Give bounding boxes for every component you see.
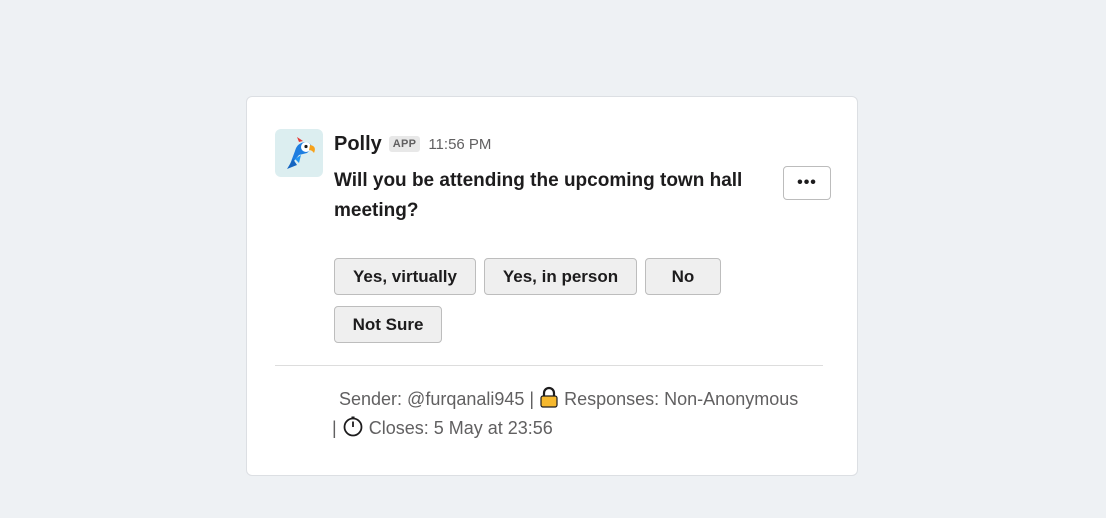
lock-icon <box>539 386 559 415</box>
closes-text: Closes: 5 May at 23:56 <box>368 418 553 438</box>
app-badge: APP <box>388 136 421 152</box>
poll-question: Will you be attending the upcoming town … <box>334 170 743 221</box>
sender-text: Sender: @furqanali945 | <box>339 389 535 409</box>
responses-text: Responses: Non-Anonymous <box>564 389 799 409</box>
message-header: Polly APP 11:56 PM <box>334 131 491 157</box>
poll-message-card: Polly APP 11:56 PM Will you be attending… <box>246 96 858 476</box>
app-name[interactable]: Polly <box>334 133 382 156</box>
option-no-button[interactable]: No <box>645 258 721 295</box>
more-actions-button[interactable]: ••• <box>783 166 831 200</box>
option-yes-in-person-button[interactable]: Yes, in person <box>484 258 637 295</box>
message-timestamp[interactable]: 11:56 PM <box>428 136 491 153</box>
divider <box>275 365 823 366</box>
option-yes-virtually-button[interactable]: Yes, virtually <box>334 258 476 295</box>
parrot-logo-icon[interactable] <box>275 129 323 177</box>
stopwatch-icon <box>342 415 364 444</box>
option-not-sure-button[interactable]: Not Sure <box>334 306 442 343</box>
poll-footer: Sender: @furqanali945 | Responses: Non-A… <box>332 386 834 444</box>
separator-text: | <box>332 418 337 438</box>
